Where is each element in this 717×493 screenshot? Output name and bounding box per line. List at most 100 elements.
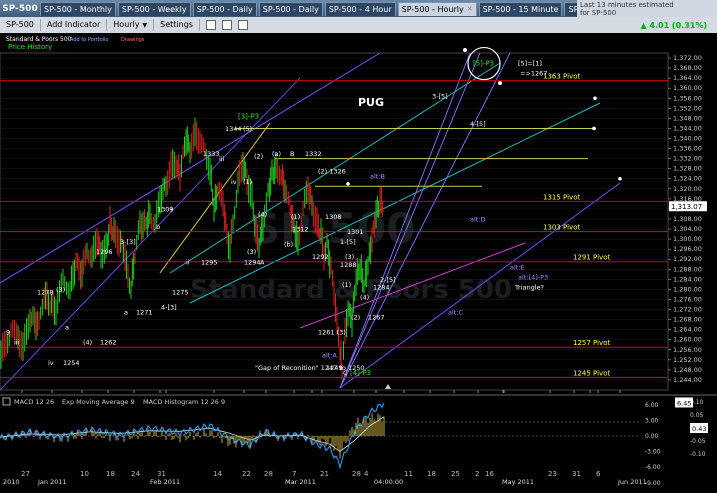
wave-label: b (156, 223, 160, 231)
toggle-checkbox[interactable] (221, 20, 232, 30)
symbol-field[interactable]: SP-500 (0, 19, 41, 31)
x-tick-label: 7 (292, 470, 296, 478)
tab-1[interactable]: SP-500 - Weekly (117, 1, 191, 16)
estimate-alert: Last 13 minutes estimated for SP-500 (577, 0, 717, 17)
tab-label: SP-500 - Daily (196, 4, 253, 14)
wave-label: 1271 (136, 309, 153, 317)
interval-select[interactable]: Hourly ▼ (107, 19, 155, 31)
tab-bar: SP-500 SP-500 - Monthly SP-500 - Weekly SP… (0, 0, 717, 17)
y-tick-label: 1,360.00 (673, 84, 702, 92)
y-tick-label: 1,352.00 (673, 104, 702, 112)
settings-button[interactable]: Settings (154, 19, 200, 31)
y-tick-label: 1,308.00 (673, 215, 702, 223)
x-tick-label: 22 (242, 470, 251, 478)
wave-label: iv (48, 359, 54, 367)
tab-4[interactable]: SP-500 - 4 Hour (324, 1, 396, 16)
toggle-checkbox[interactable] (237, 20, 248, 30)
wave-label: iii (219, 155, 225, 163)
histogram-label: MACD Histogram 12 26 9 (143, 398, 225, 406)
macd-axis-label: -3.00 (645, 449, 661, 456)
line-anchor (593, 96, 597, 101)
line-anchor (592, 126, 596, 131)
target-dot (463, 48, 467, 52)
wave-label: iii (14, 339, 20, 347)
y-tick-label: 1,260.00 (673, 336, 702, 344)
close-icon[interactable]: ✕ (467, 3, 473, 16)
alt-wave-label: alt:B (370, 173, 385, 181)
wave-label: 1267 (368, 314, 385, 322)
y-tick-label: 1,300.00 (673, 235, 702, 243)
tab-0[interactable]: SP-500 - Monthly (40, 1, 116, 16)
wave-label: 1275 (172, 288, 189, 296)
wave-label: 1296 (96, 248, 113, 256)
tab-5[interactable]: SP-500 - Hourly ✕ (397, 1, 477, 16)
alert-line-1: Last 13 minutes estimated (580, 1, 674, 9)
y-tick-label: 1,340.00 (673, 135, 702, 143)
pivot-label: 1363 Pivot (543, 73, 580, 81)
histogram-axis-label: -0.10 (690, 451, 706, 458)
wave-label: 1288 (340, 261, 357, 269)
x-tick-label: 11 (404, 470, 413, 478)
price-chart[interactable]: Standard & Poors 500Add to Portfolio Draw… (0, 33, 717, 489)
toggle-checkbox[interactable] (205, 20, 216, 30)
x-tick-label: Mar 2011 (285, 478, 316, 486)
wave-label: (1) (342, 281, 351, 289)
wave-label: 1301 (347, 228, 364, 236)
tab-label: SP-500 - 4 Hour (328, 4, 392, 14)
drawings-link: Drawings (121, 37, 145, 43)
wave-label: (1) (243, 178, 252, 186)
interval-value: Hourly (113, 20, 140, 29)
alt-wave-label: alt:[4]-P3 (518, 273, 548, 281)
histogram-axis-label: -0.05 (690, 438, 706, 445)
x-tick-label: 14 (213, 470, 222, 478)
wave-label: 1278 (37, 288, 54, 296)
tab-label: SP-500 - Monthly (44, 4, 112, 14)
pivot-label: 1245 Pivot (573, 369, 610, 377)
tab-2[interactable]: SP-500 - Daily (192, 1, 257, 16)
x-tick-label: 18 (427, 470, 436, 478)
chart-area[interactable]: Standard & Poors 500 Add to Portfolio Draw… (0, 33, 717, 489)
histogram-axis-label: 0.05 (690, 412, 704, 419)
wave-label: (1) (291, 213, 300, 221)
pivot-label: 1303 Pivot (543, 224, 580, 232)
wave-label: 1262 (100, 339, 117, 347)
x-tick-label: 10 (80, 470, 89, 478)
macd-axis-label: 0.00 (645, 433, 659, 440)
tab-label: SP-500 - Hourly (401, 4, 464, 14)
y-tick-label: 1,296.00 (673, 245, 702, 253)
x-tick-label: 6 (596, 470, 601, 478)
wave-label: 1344 (225, 125, 242, 133)
y-tick-label: 1,264.00 (673, 326, 702, 334)
x-tick-label: 4 (364, 470, 369, 478)
green-wave-label: [3]-P3 (238, 112, 259, 120)
y-tick-label: 1,288.00 (673, 265, 702, 273)
wave-label: (3) (345, 253, 354, 261)
alt-wave-label: alt:E (510, 263, 525, 271)
x-tick-label: 2 (475, 470, 479, 478)
x-tick-label: 16 (485, 470, 494, 478)
macd-axis-label: -9.00 (645, 480, 661, 487)
wave-label: 1261 (3) (318, 329, 346, 337)
watermark-symbol: SP-500 (250, 204, 415, 253)
add-indicator-button[interactable]: Add Indicator (41, 19, 108, 31)
y-tick-label: 1,276.00 (673, 295, 702, 303)
wave-label: (5) (243, 125, 252, 133)
tab-6[interactable]: SP-500 - 15 Minute (478, 1, 563, 16)
y-tick-label: 1,332.00 (673, 155, 702, 163)
pivot-label: 1315 Pivot (543, 193, 580, 201)
x-tick-label: Jan 2011 (37, 478, 67, 486)
y-tick-label: 1,248.00 (673, 366, 702, 374)
wave-label: "Gap of Reconition" 1247 to 1250 (255, 364, 364, 372)
wave-label: i (171, 205, 173, 213)
wave-label: ii (186, 258, 190, 266)
wave-label: 1284 (373, 283, 390, 291)
x-tick-label: 23 (548, 470, 557, 478)
wave-label: 9 (6, 329, 10, 337)
tab-3[interactable]: SP-500 - Daily (258, 1, 323, 16)
y-tick-label: 1,328.00 (673, 165, 702, 173)
histogram-value: 0.43 (692, 425, 706, 433)
pivot-label: 1257 Pivot (573, 339, 610, 347)
y-tick-label: 1,244.00 (673, 376, 702, 384)
y-tick-label: 1,268.00 (673, 316, 702, 324)
wave-label: 1-[5] (340, 238, 356, 246)
